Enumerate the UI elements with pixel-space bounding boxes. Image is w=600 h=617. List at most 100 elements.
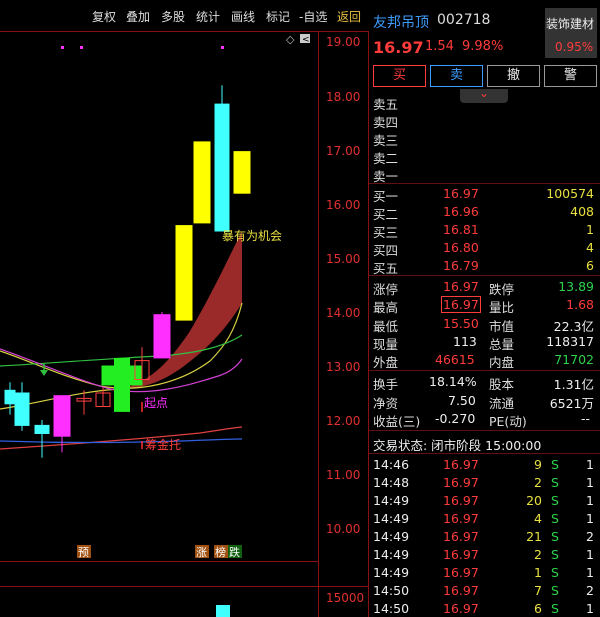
huaxian-button[interactable]: 画线 bbox=[231, 8, 255, 25]
tick-side: S bbox=[551, 511, 559, 526]
diejia-button[interactable]: 叠加 bbox=[126, 8, 150, 25]
stat-label: 内盘 bbox=[489, 355, 515, 370]
stat-value: -0.270 bbox=[435, 411, 476, 426]
candle bbox=[14, 392, 30, 426]
stat-value: 7.50 bbox=[448, 393, 476, 408]
divider bbox=[369, 183, 600, 184]
ask-label: 卖二 bbox=[373, 151, 399, 166]
fanhui-button[interactable]: 返回 bbox=[337, 8, 361, 25]
stat-label: 股本 bbox=[489, 377, 515, 392]
stat-value: 71702 bbox=[554, 352, 594, 367]
candle bbox=[193, 141, 211, 224]
price-tick: 11.00 bbox=[326, 468, 360, 482]
tick-count: 1 bbox=[586, 457, 594, 472]
sector-box[interactable]: 装饰建材 0.95% bbox=[545, 8, 597, 58]
candle bbox=[233, 151, 251, 194]
stat-label: 净资 bbox=[373, 396, 399, 411]
opportunity-label: 暴有为机会 bbox=[222, 229, 282, 243]
tick-side: S bbox=[551, 583, 559, 598]
candle-doji bbox=[114, 357, 130, 412]
stat-label: 涨停 bbox=[373, 282, 399, 297]
tick-price: 16.97 bbox=[443, 511, 479, 526]
tick-count: 1 bbox=[586, 601, 594, 616]
tick-volume: 6 bbox=[534, 601, 542, 616]
collapse-tab[interactable]: ⌄ bbox=[460, 86, 508, 103]
stock-name: 友邦吊顶 bbox=[373, 15, 429, 31]
price-tick: 18.00 bbox=[326, 90, 360, 104]
tick-price: 16.97 bbox=[443, 457, 479, 472]
candle bbox=[4, 389, 16, 405]
bang-marker-text: 榜 bbox=[215, 545, 226, 559]
stat-value-highlight: 16.97 bbox=[441, 296, 481, 313]
stock-price: 16.97 bbox=[373, 38, 424, 57]
tick-side: S bbox=[551, 601, 559, 616]
alert-button[interactable]: 警 bbox=[544, 65, 597, 87]
tick-volume: 1 bbox=[534, 565, 542, 580]
ask-label: 卖五 bbox=[373, 97, 399, 112]
stat-label: 现量 bbox=[373, 337, 399, 352]
signal-dot bbox=[61, 46, 64, 49]
tick-count: 1 bbox=[586, 565, 594, 580]
tick-time: 14:46 bbox=[373, 457, 410, 472]
cancel-button[interactable]: 撤 bbox=[487, 65, 540, 87]
tick-count: 1 bbox=[586, 511, 594, 526]
bid-price: 16.80 bbox=[443, 240, 479, 255]
buy-button[interactable]: 买 bbox=[373, 65, 426, 87]
stat-value: 113 bbox=[453, 334, 477, 349]
tick-price: 16.97 bbox=[443, 493, 479, 508]
stat-label: PE(动) bbox=[489, 414, 527, 429]
tick-side: S bbox=[551, 457, 559, 472]
tick-price: 16.97 bbox=[443, 583, 479, 598]
candles bbox=[4, 85, 251, 458]
tick-volume: 7 bbox=[534, 583, 542, 598]
signal-dot bbox=[221, 46, 224, 49]
stat-label: 外盘 bbox=[373, 355, 399, 370]
chevron-down-icon: ⌄ bbox=[479, 86, 490, 100]
stock-change-pct: 9.98% bbox=[462, 39, 504, 54]
candle bbox=[34, 424, 50, 434]
price-tick: 16.00 bbox=[326, 198, 360, 212]
price-tick: 14.00 bbox=[326, 306, 360, 320]
sell-button[interactable]: 卖 bbox=[430, 65, 483, 87]
tick-volume: 2 bbox=[534, 475, 542, 490]
bid-volume: 100574 bbox=[546, 186, 594, 201]
bid-price: 16.81 bbox=[443, 222, 479, 237]
tick-count: 1 bbox=[586, 493, 594, 508]
stat-label: 最高 bbox=[373, 300, 399, 315]
bid-label: 买四 bbox=[373, 243, 399, 258]
candle bbox=[53, 395, 71, 437]
price-tick: 13.00 bbox=[326, 360, 360, 374]
diamond-icon[interactable]: ◇ bbox=[286, 33, 295, 46]
tick-volume: 2 bbox=[534, 547, 542, 562]
tick-time: 14:49 bbox=[373, 493, 410, 508]
bid-volume: 6 bbox=[586, 258, 594, 273]
stat-label: 收益(三) bbox=[373, 414, 421, 429]
tick-time: 14:50 bbox=[373, 601, 410, 616]
stat-value: -- bbox=[580, 411, 590, 426]
tick-time: 14:49 bbox=[373, 547, 410, 562]
bid-volume: 4 bbox=[586, 240, 594, 255]
tick-count: 1 bbox=[586, 475, 594, 490]
stat-label: 跌停 bbox=[489, 282, 515, 297]
stat-value: 46615 bbox=[435, 352, 475, 367]
tick-time: 14:48 bbox=[373, 475, 410, 490]
stat-value: 13.89 bbox=[558, 279, 594, 294]
stat-label: 市值 bbox=[489, 319, 515, 334]
tongji-button[interactable]: 统计 bbox=[196, 8, 220, 25]
price-tick: 15.00 bbox=[326, 252, 360, 266]
stat-value: 15.50 bbox=[443, 316, 479, 331]
volume-bar bbox=[216, 605, 230, 617]
tick-time: 14:49 bbox=[373, 511, 410, 526]
yu-marker-text: 预 bbox=[78, 546, 89, 559]
stock-code: 002718 bbox=[437, 12, 491, 28]
duogu-button[interactable]: 多股 bbox=[161, 8, 185, 25]
tick-price: 16.97 bbox=[443, 529, 479, 544]
tick-side: S bbox=[551, 547, 559, 562]
price-tick: 10.00 bbox=[326, 522, 360, 536]
ask-label: 卖四 bbox=[373, 115, 399, 130]
kline-chart[interactable]: ◇ < 19.00 18.00 17.00 16.00 15.00 14.00 … bbox=[0, 31, 369, 617]
zixuan-button[interactable]: -自选 bbox=[299, 8, 327, 25]
biaoji-button[interactable]: 标记 bbox=[266, 8, 290, 25]
down-arrow-head bbox=[40, 370, 48, 376]
fuquan-button[interactable]: 复权 bbox=[92, 8, 116, 25]
